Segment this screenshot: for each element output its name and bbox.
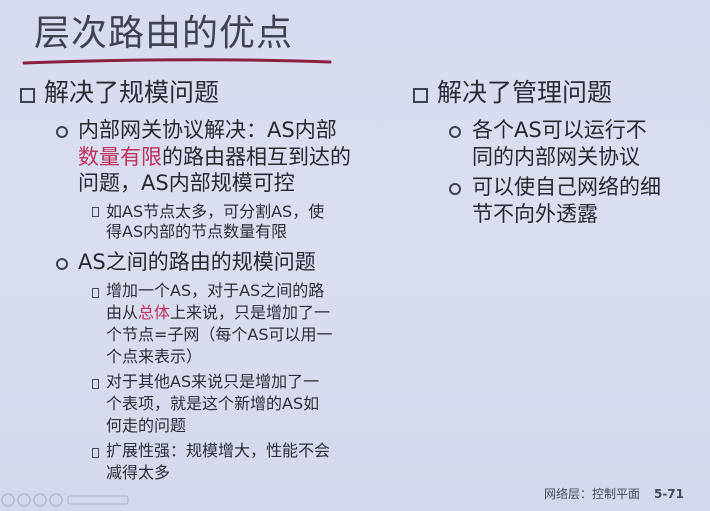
text-fragment: 由从 bbox=[106, 303, 139, 322]
sub2-heading: AS之间的路由的规模问题 bbox=[78, 250, 316, 274]
title-underline bbox=[22, 58, 332, 65]
small-square-bullet-icon bbox=[92, 448, 99, 458]
sub2-highlight: 总体 bbox=[138, 303, 171, 322]
square-bullet-icon bbox=[413, 88, 428, 103]
sub1-detail-line1: 如AS节点太多，可分割AS，使 bbox=[106, 202, 325, 221]
sub1-highlight: 数量有限 bbox=[78, 145, 162, 169]
circle-bullet-icon bbox=[56, 126, 68, 138]
pause-icon[interactable] bbox=[17, 493, 31, 507]
volume-icon[interactable] bbox=[49, 493, 63, 507]
right-b2-line1: 可以使自己网络的细 bbox=[472, 175, 661, 199]
sub2-d2-line2: 个表项，就是这个新增的AS如 bbox=[106, 394, 320, 413]
small-square-bullet-icon bbox=[92, 379, 99, 389]
right-b1-line2: 同的内部网关协议 bbox=[472, 145, 640, 169]
sub2-d2-line1: 对于其他AS来说只是增加了一 bbox=[106, 372, 320, 391]
footer-label: 网络层：控制平面 bbox=[543, 487, 640, 501]
sub1-line2-rest: 的路由器相互到达的 bbox=[162, 145, 351, 169]
sub1-detail-line2: 得AS内部的节点数量有限 bbox=[106, 222, 288, 241]
sub2-d1-line2: 由从总体上来说，只是增加了一 bbox=[106, 302, 330, 323]
sub2-d1-line4: 个点来表示） bbox=[106, 347, 203, 366]
slide-footer: 网络层：控制平面 5-71 bbox=[544, 485, 684, 502]
sub1-line2: 数量有限的路由器相互到达的 bbox=[78, 144, 351, 171]
circle-bullet-icon bbox=[449, 126, 461, 138]
square-bullet-icon bbox=[20, 88, 35, 103]
video-player-controls[interactable] bbox=[0, 488, 140, 511]
right-b2-line2: 节不向外透露 bbox=[472, 202, 598, 226]
sub2-d1-line1: 增加一个AS，对于AS之间的路 bbox=[106, 281, 325, 300]
sub1-line1: 内部网关协议解决：AS内部 bbox=[78, 118, 337, 142]
right-heading: 解决了管理问题 bbox=[437, 78, 613, 107]
sub2-d2-line3: 何走的问题 bbox=[106, 416, 187, 435]
small-square-bullet-icon bbox=[92, 288, 99, 298]
sub2-d3-line2: 减得太多 bbox=[106, 463, 171, 482]
sub2-d3-line1: 扩展性强：规模增大，性能不会 bbox=[106, 441, 331, 460]
text-fragment: 上来说，只是增加了一 bbox=[170, 303, 331, 322]
seek-bar[interactable] bbox=[67, 495, 129, 505]
left-heading: 解决了规模问题 bbox=[44, 78, 220, 107]
page-number: 5-71 bbox=[653, 487, 684, 501]
sub1-line3: 问题，AS内部规模可控 bbox=[78, 171, 295, 195]
sub2-d1-line3: 个节点=子网（每个AS可以用一 bbox=[106, 325, 333, 344]
stop-icon[interactable] bbox=[33, 493, 47, 507]
right-b1-line1: 各个AS可以运行不 bbox=[472, 118, 647, 142]
circle-bullet-icon bbox=[449, 183, 461, 195]
page-title: 层次路由的优点 bbox=[34, 13, 294, 54]
circle-bullet-icon bbox=[56, 258, 68, 270]
small-square-bullet-icon bbox=[92, 207, 99, 217]
play-icon[interactable] bbox=[1, 493, 15, 507]
